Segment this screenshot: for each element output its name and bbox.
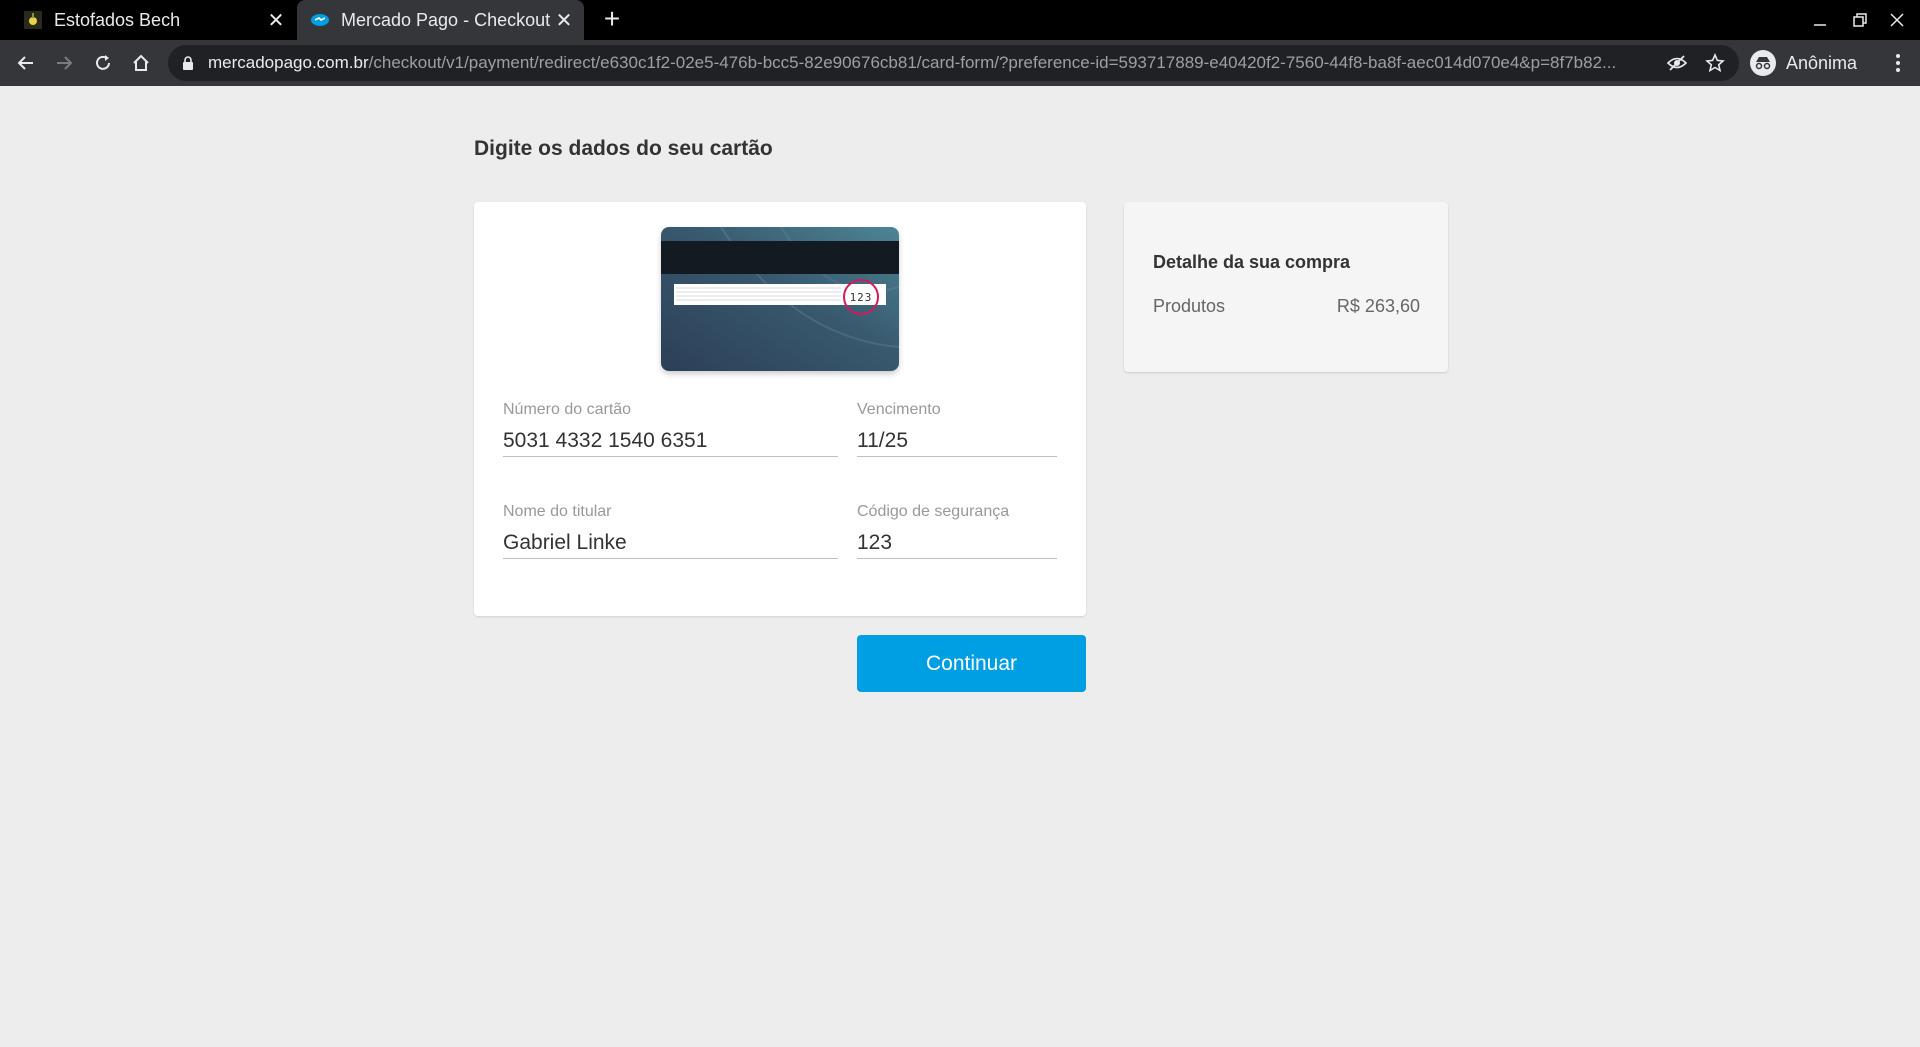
summary-title: Detalhe da sua compra (1153, 252, 1351, 272)
bookmark-star-icon[interactable] (1704, 52, 1726, 74)
card-cvv-highlight: 123 (843, 279, 879, 315)
browser-tab-bar: Estofados Bech ✕ Mercado Pago - Checkout… (0, 0, 1920, 40)
summary-row-label: Produtos (1153, 296, 1226, 316)
profile-label: Anônima (1786, 52, 1858, 73)
new-tab-icon[interactable]: + (598, 5, 626, 34)
page-title: Digite os dados do seu cartão (474, 137, 773, 160)
forward-icon[interactable] (50, 49, 78, 77)
expiry-label: Vencimento (857, 401, 941, 418)
card-form-panel: 123 Número do cartão Vencimento Nome do … (474, 202, 1086, 616)
security-code-input[interactable] (857, 527, 1057, 559)
tab-title: Mercado Pago - Checkout (341, 9, 551, 30)
holder-name-label: Nome do titular (503, 503, 612, 520)
minimize-icon[interactable] (1808, 8, 1832, 32)
url-path: /checkout/v1/payment/redirect/e630c1f2-0… (368, 53, 1617, 72)
browser-menu-icon[interactable] (1886, 51, 1910, 75)
expiry-field: Vencimento (857, 401, 1057, 457)
card-cvv-text: 123 (849, 290, 873, 304)
security-code-field: Código de segurança (857, 503, 1057, 559)
security-code-label: Código de segurança (857, 503, 1010, 520)
card-number-input[interactable] (503, 425, 838, 457)
back-icon[interactable] (12, 49, 40, 77)
browser-toolbar: mercadopago.com.br/checkout/v1/payment/r… (0, 40, 1920, 86)
address-bar[interactable]: mercadopago.com.br/checkout/v1/payment/r… (168, 45, 1739, 81)
card-back-illustration: 123 (661, 227, 899, 371)
reload-icon[interactable] (89, 49, 117, 77)
url-host: mercadopago.com.br (208, 53, 369, 72)
continue-button[interactable]: Continuar (857, 635, 1086, 692)
tab-mercado-pago-checkout[interactable]: Mercado Pago - Checkout ✕ (297, 0, 584, 40)
holder-name-field: Nome do titular (503, 503, 838, 559)
incognito-icon (1750, 50, 1776, 76)
holder-name-input[interactable] (503, 527, 838, 559)
lock-icon (183, 56, 193, 70)
summary-row-value: R$ 263,60 (1336, 296, 1420, 316)
restore-icon[interactable] (1848, 8, 1872, 32)
home-icon[interactable] (127, 49, 155, 77)
eye-off-icon[interactable] (1666, 52, 1688, 74)
tab-title: Estofados Bech (54, 9, 181, 30)
close-tab-icon[interactable]: ✕ (554, 10, 574, 32)
purchase-summary-panel: Detalhe da sua compra Produtos R$ 263,60 (1124, 202, 1448, 372)
summary-row: Produtos R$ 263,60 (1153, 296, 1420, 317)
expiry-input[interactable] (857, 425, 1057, 457)
tab-estofados-bech[interactable]: Estofados Bech ✕ (24, 0, 286, 40)
card-number-field: Número do cartão (503, 401, 838, 457)
url-text[interactable]: mercadopago.com.br/checkout/v1/payment/r… (208, 45, 1648, 81)
incognito-profile-button[interactable]: Anônima (1750, 47, 1857, 79)
estofados-favicon (24, 11, 42, 29)
close-tab-icon[interactable]: ✕ (266, 10, 286, 32)
close-window-icon[interactable] (1885, 8, 1909, 32)
mercadopago-handshake-icon (311, 14, 329, 26)
card-number-label: Número do cartão (503, 401, 632, 418)
